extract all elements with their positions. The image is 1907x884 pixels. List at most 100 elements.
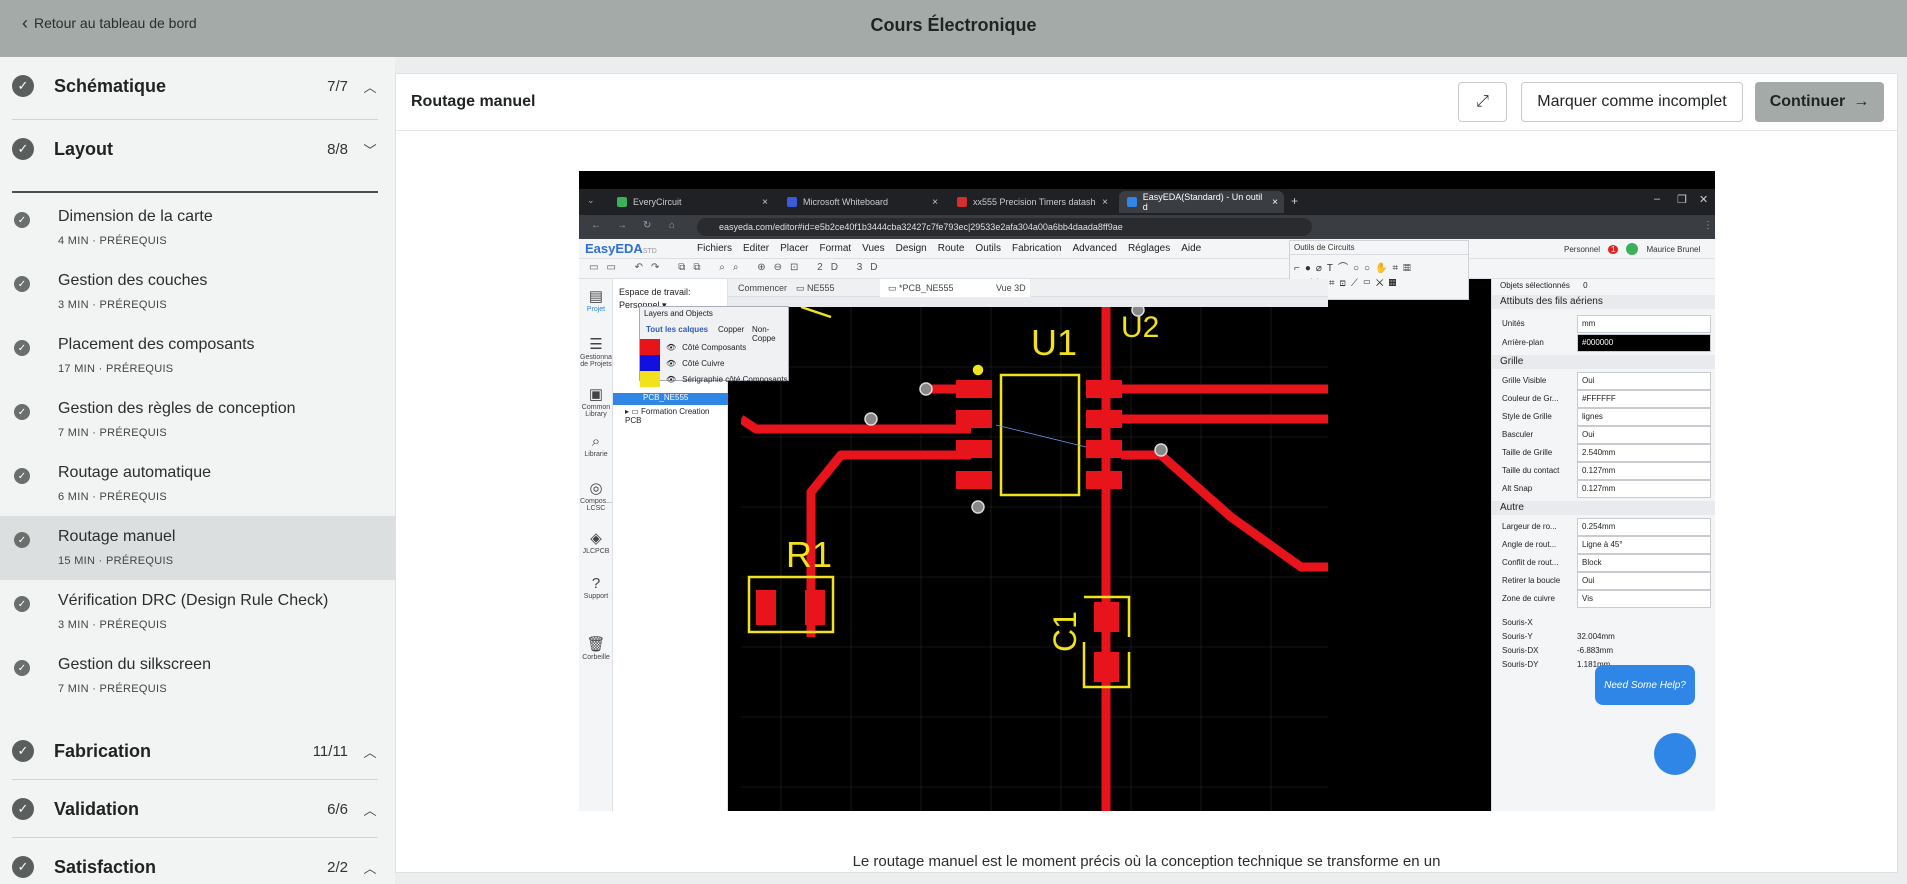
section-layout[interactable]: ✓ Layout 8/8 ﹀ [12,121,378,177]
check-circle-icon: ✓ [12,856,34,878]
fullscreen-button[interactable]: ⤢ [1458,82,1507,122]
easyeda-menu: Fichiers Editer Placer Format Vues Design Rout… [697,243,1202,254]
lesson-item[interactable]: ✓ Dimension de la carte 4 MIN · PRÉREQUI… [0,196,395,260]
browser-tab-strip: ⌄ EveryCircuit × Microsoft Whiteboard × … [579,189,1715,215]
lesson-item[interactable]: ✓ Gestion des couches 3 MIN · PRÉREQUIS [0,260,395,324]
easyeda-icon [1127,197,1137,207]
pcb-canvas: U1 U2 R1 C1 [741,307,1328,811]
lesson-item[interactable]: ✓ Gestion du silkscreen 7 MIN · PRÉREQUI… [0,644,395,708]
easyeda-menubar: EasyEDASTD Fichiers Editer Placer Format Vue… [579,239,1715,259]
check-circle-icon: ✓ [14,404,30,420]
layer-row: 👁 Côté Composants [640,339,790,355]
lesson-item-active[interactable]: ✓ Routage manuel 15 MIN · PRÉREQUIS [0,516,395,580]
lesson-item[interactable]: ✓ Placement des composants 17 MIN · PRÉR… [0,324,395,388]
course-title: Cours Électronique [870,15,1037,35]
check-circle-icon: ✓ [14,660,30,676]
home-icon: ⌂ [669,220,676,231]
browser-tab: EveryCircuit × [609,191,774,213]
layer-color-swatch [640,371,660,387]
lesson-meta: 7 MIN · PRÉREQUIS [58,427,168,439]
eye-icon: 👁 [666,342,677,352]
close-icon: × [1102,196,1108,208]
minimize-icon: – [1654,193,1661,205]
continue-label: Continuer [1769,93,1846,110]
close-icon: × [762,196,768,208]
lesson-title: Routage automatique [58,464,211,481]
section-count: 6/6 [327,800,348,818]
eye-icon: 👁 [666,358,677,368]
lesson-intro-text: Le routage manuel est le moment précis o… [852,853,1441,870]
silk-label-c1: C1 [1047,611,1083,652]
close-window-icon: ✕ [1699,194,1709,206]
divider [12,191,378,193]
chat-icon [1654,733,1696,775]
rail-jlcpcb: ◈ JLCPCB [582,530,610,555]
chevron-up-icon: ︿ [363,860,377,876]
course-sidebar: ✓ Schématique 7/7 ︿ ✓ Layout 8/8 ﹀ ✓ Dim… [0,57,395,884]
browser-tab-active: EasyEDA(Standard) - Un outil d × [1119,191,1284,213]
check-circle-icon: ✓ [12,75,34,97]
section-count: 8/8 [327,140,348,158]
ruler [728,297,1328,307]
everycircuit-icon [617,197,627,207]
check-circle-icon: ✓ [12,798,34,820]
more-icon: ⋮ [1703,220,1713,231]
tab-label: EveryCircuit [633,197,682,207]
lesson-meta: 17 MIN · PRÉREQUIS [58,363,174,375]
forward-icon: → [617,220,627,231]
top-bar: ‹ Retour au tableau de bord Cours Électr… [0,0,1907,57]
section-validation[interactable]: ✓ Validation 6/6 ︿ [12,781,378,837]
lesson-meta: 15 MIN · PRÉREQUIS [58,555,174,567]
easyeda-logo: EasyEDASTD [585,241,657,256]
arrow-right-icon: → [1853,93,1870,110]
lesson-meta: 3 MIN · PRÉREQUIS [58,299,168,311]
lesson-title: Gestion du silkscreen [58,656,211,673]
lesson-meta: 6 MIN · PRÉREQUIS [58,491,168,503]
continue-button[interactable]: Continuer → [1755,82,1884,122]
new-tab-icon: + [1291,194,1299,208]
lesson-item[interactable]: ✓ Gestion des règles de conception 7 MIN… [0,388,395,452]
rail-common-library: ▣ Common Library [581,386,611,418]
back-icon: ← [591,220,601,231]
lesson-item[interactable]: ✓ Vérification DRC (Design Rule Check) 3… [0,580,395,644]
close-icon: × [932,196,938,208]
browser-tab: Microsoft Whiteboard × [779,191,944,213]
section-schematique[interactable]: ✓ Schématique 7/7 ︿ [12,58,378,114]
check-circle-icon: ✓ [12,740,34,762]
tab-label: xx555 Precision Timers datash [973,197,1096,207]
lesson-meta: 7 MIN · PRÉREQUIS [58,683,168,695]
layer-row: 👁 Côté Cuivre [640,355,790,371]
easyeda-user-area: Personnel 1 Maurice Brunel [1564,243,1701,255]
url-field: easyeda.com/editor#id=e5b2ce40f1b3444cba… [697,218,1312,236]
whiteboard-icon [787,197,797,207]
check-circle-icon: ✓ [14,532,30,548]
section-satisfaction[interactable]: ✓ Satisfaction 2/2 ︿ [12,839,378,884]
properties-panel: Objets sélectionnés 0 Attibuts des fils … [1491,279,1715,811]
address-bar: ← → ↻ ⌂ easyeda.com/editor#id=e5b2ce40f1… [579,215,1715,239]
section-fabrication[interactable]: ✓ Fabrication 11/11 ︿ [12,723,378,779]
lesson-title: Gestion des règles de conception [58,400,296,417]
divider [12,119,378,120]
tab-label: EasyEDA(Standard) - Un outil d [1142,192,1263,212]
restore-icon: ❐ [1677,194,1687,206]
chevron-down-icon: ﹀ [363,142,377,158]
chevron-up-icon: ︿ [363,802,377,818]
lesson-item[interactable]: ✓ Routage automatique 6 MIN · PRÉREQUIS [0,452,395,516]
silk-label-u2: U2 [1121,311,1159,344]
check-circle-icon: ✓ [12,138,34,160]
lesson-header: Routage manuel ⤢ Marquer comme incomplet… [396,74,1897,131]
expand-icon: ⤢ [1476,93,1489,110]
section-count: 2/2 [327,858,348,876]
tab-menu-icon: ⌄ [587,195,595,205]
rail-project-manager: ☰ Gestionna de Projets [580,336,612,368]
document-tabs: Commencer ▭ NE555 ▭ *PCB_NE555 Vue 3D [728,279,1328,297]
section-title: Satisfaction [54,856,157,877]
lesson-title: Vérification DRC (Design Rule Check) [58,592,329,609]
check-circle-icon: ✓ [14,212,30,228]
lesson-meta: 3 MIN · PRÉREQUIS [58,619,168,631]
check-circle-icon: ✓ [14,468,30,484]
rail-trash: 🗑 Corbeille [582,636,610,661]
section-title: Layout [54,138,114,159]
mark-incomplete-button[interactable]: Marquer comme incomplet [1521,82,1743,122]
rail-lcsc: ◎ Compos... LCSC [580,480,612,512]
